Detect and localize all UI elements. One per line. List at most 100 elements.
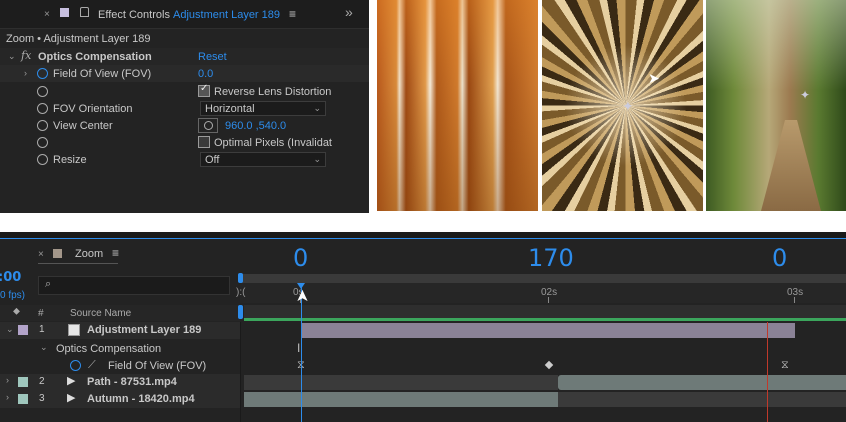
optimal-pixels-label: Optimal Pixels (Invalidat <box>214 137 332 149</box>
panel-title[interactable]: Effect Controls <box>98 8 170 22</box>
mouse-cursor-icon: ➤ <box>294 289 312 303</box>
layer-index: 2 <box>39 376 45 387</box>
work-area-bar[interactable] <box>240 274 846 283</box>
layer-name[interactable]: Path - 87531.mp4 <box>87 375 177 389</box>
anchor-point-icon[interactable]: ✦ <box>622 98 634 115</box>
anchor-point-icon[interactable]: ✦ <box>800 88 810 102</box>
work-area-handle[interactable] <box>238 305 243 319</box>
effect-controls-panel: × Effect Controls Adjustment Layer 189 ≡… <box>0 0 369 213</box>
comp-color-icon <box>53 249 62 258</box>
ruler-tick <box>794 297 795 303</box>
lock-icon[interactable] <box>80 7 89 17</box>
property-row-resize: Resize Off ⌄ <box>0 151 369 168</box>
label-tag-icon[interactable]: ⬥ <box>13 305 20 319</box>
property-row-fov-orientation: FOV Orientation Horizontal ⌄ <box>0 100 369 117</box>
footage-icon: ▶ <box>67 392 76 404</box>
end-marker-line <box>767 322 768 422</box>
fov-orientation-dropdown[interactable]: Horizontal ⌄ <box>200 101 326 116</box>
fov-label: Field Of View (FOV) <box>53 68 152 80</box>
close-tab-icon[interactable]: × <box>44 8 50 22</box>
ruler-tick <box>548 297 549 303</box>
tab-underline <box>38 263 118 264</box>
property-row-reverse-lens: ✓ Reverse Lens Distortion <box>0 83 369 100</box>
value-marker: 0 <box>293 244 309 272</box>
hash-column-header[interactable]: # <box>38 307 44 321</box>
layer-name[interactable]: Autumn - 18420.mp4 <box>87 392 195 406</box>
keyframe-icon[interactable]: ⧖ <box>781 358 789 372</box>
crosshair-icon[interactable] <box>198 118 218 133</box>
layer-bar-1[interactable] <box>301 323 795 338</box>
resize-dropdown[interactable]: Off ⌄ <box>200 152 326 167</box>
expand-chevron-icon[interactable]: › <box>24 68 27 78</box>
stopwatch-icon[interactable] <box>37 103 48 114</box>
panel-tab-bar: × Effect Controls Adjustment Layer 189 ≡… <box>0 0 369 29</box>
reverse-lens-checkbox[interactable]: ✓ <box>198 83 210 97</box>
checkmark-icon: ✓ <box>200 83 209 94</box>
value-marker: 0 <box>772 244 788 272</box>
layer-name-link[interactable]: Adjustment Layer 189 <box>173 8 280 22</box>
layer-row-3[interactable]: › 3 ▶ Autumn - 18420.mp4 <box>0 391 240 408</box>
solid-layer-icon <box>68 324 80 336</box>
fps-label: 0 fps) <box>0 290 26 301</box>
layer-track-3 <box>558 392 846 407</box>
stopwatch-icon[interactable] <box>37 86 48 97</box>
graph-icon[interactable]: ⟋ <box>88 358 96 372</box>
work-area-start-handle[interactable] <box>238 273 243 283</box>
dirt-path <box>761 120 821 211</box>
layer-bar-3[interactable] <box>244 392 558 407</box>
layer-label-color[interactable] <box>18 377 28 387</box>
collapse-chevron-icon[interactable]: ⌄ <box>40 342 48 353</box>
work-area-indicator[interactable] <box>244 318 846 321</box>
fov-property-row: ⟋ Field Of View (FOV) <box>0 357 240 374</box>
optimal-pixels-checkbox[interactable] <box>198 136 210 148</box>
fov-value[interactable]: 0.0 <box>198 67 213 81</box>
expand-panels-icon[interactable]: » <box>345 5 353 19</box>
layer-index: 1 <box>39 324 45 335</box>
layer-index: 3 <box>39 393 45 404</box>
playhead-handle[interactable] <box>297 283 305 289</box>
layer-bar-2[interactable] <box>558 375 846 390</box>
effect-row-label: Optics Compensation <box>56 343 162 355</box>
layer-label-color[interactable] <box>18 325 28 335</box>
autumn-forest-image <box>377 0 538 211</box>
expand-chevron-icon[interactable]: ⌄ <box>6 324 14 335</box>
layer-row-1[interactable]: ⌄ 1 Adjustment Layer 189 <box>0 322 240 339</box>
mouse-cursor-icon: ➤ <box>648 70 660 86</box>
keyframe-range-icon: I <box>297 341 301 355</box>
stopwatch-icon[interactable] <box>37 137 48 148</box>
effect-header-row: ⌄ fx Optics Compensation Reset <box>0 48 369 65</box>
close-tab-icon[interactable]: × <box>38 248 44 262</box>
panel-menu-icon[interactable]: ≡ <box>112 246 119 260</box>
expand-chevron-icon[interactable]: › <box>6 392 9 402</box>
layer-name[interactable]: Adjustment Layer 189 <box>87 323 201 337</box>
ruler-start-label: ):( <box>236 287 246 298</box>
stopwatch-icon[interactable] <box>37 68 48 79</box>
stopwatch-icon[interactable] <box>37 120 48 131</box>
resize-label: Resize <box>53 154 87 166</box>
layer-row-2[interactable]: › 2 ▶ Path - 87531.mp4 <box>0 374 240 391</box>
view-center-value[interactable]: 960.0 ,540.0 <box>225 119 286 133</box>
stopwatch-icon[interactable] <box>70 360 81 371</box>
chevron-down-icon: ⌄ <box>313 154 321 164</box>
timecode[interactable]: :00 <box>0 270 21 285</box>
ruler-label: 03s <box>787 287 804 298</box>
source-name-column-header[interactable]: Source Name <box>70 307 131 321</box>
search-input[interactable]: ⌕ <box>38 276 230 295</box>
stopwatch-icon[interactable] <box>37 154 48 165</box>
fov-orientation-value: Horizontal <box>205 103 255 115</box>
column-header-row: ⬥ # Source Name <box>0 305 240 321</box>
fx-icon[interactable]: fx <box>21 49 31 63</box>
layer-label-color[interactable] <box>18 394 28 404</box>
forest-path-image: ✦ <box>706 0 846 211</box>
property-row-view-center: View Center 960.0 ,540.0 <box>0 117 369 134</box>
playhead-line[interactable] <box>301 283 302 422</box>
panel-divider[interactable] <box>240 322 241 422</box>
layer-color-icon <box>60 8 69 17</box>
expand-chevron-icon[interactable]: › <box>6 375 9 385</box>
reset-button[interactable]: Reset <box>198 50 227 64</box>
panel-menu-icon[interactable]: ≡ <box>289 7 296 21</box>
collapse-chevron-icon[interactable]: ⌄ <box>8 51 16 62</box>
fov-row-label: Field Of View (FOV) <box>108 360 207 372</box>
timeline-tab-label[interactable]: Zoom <box>75 247 103 261</box>
search-icon: ⌕ <box>45 278 52 290</box>
